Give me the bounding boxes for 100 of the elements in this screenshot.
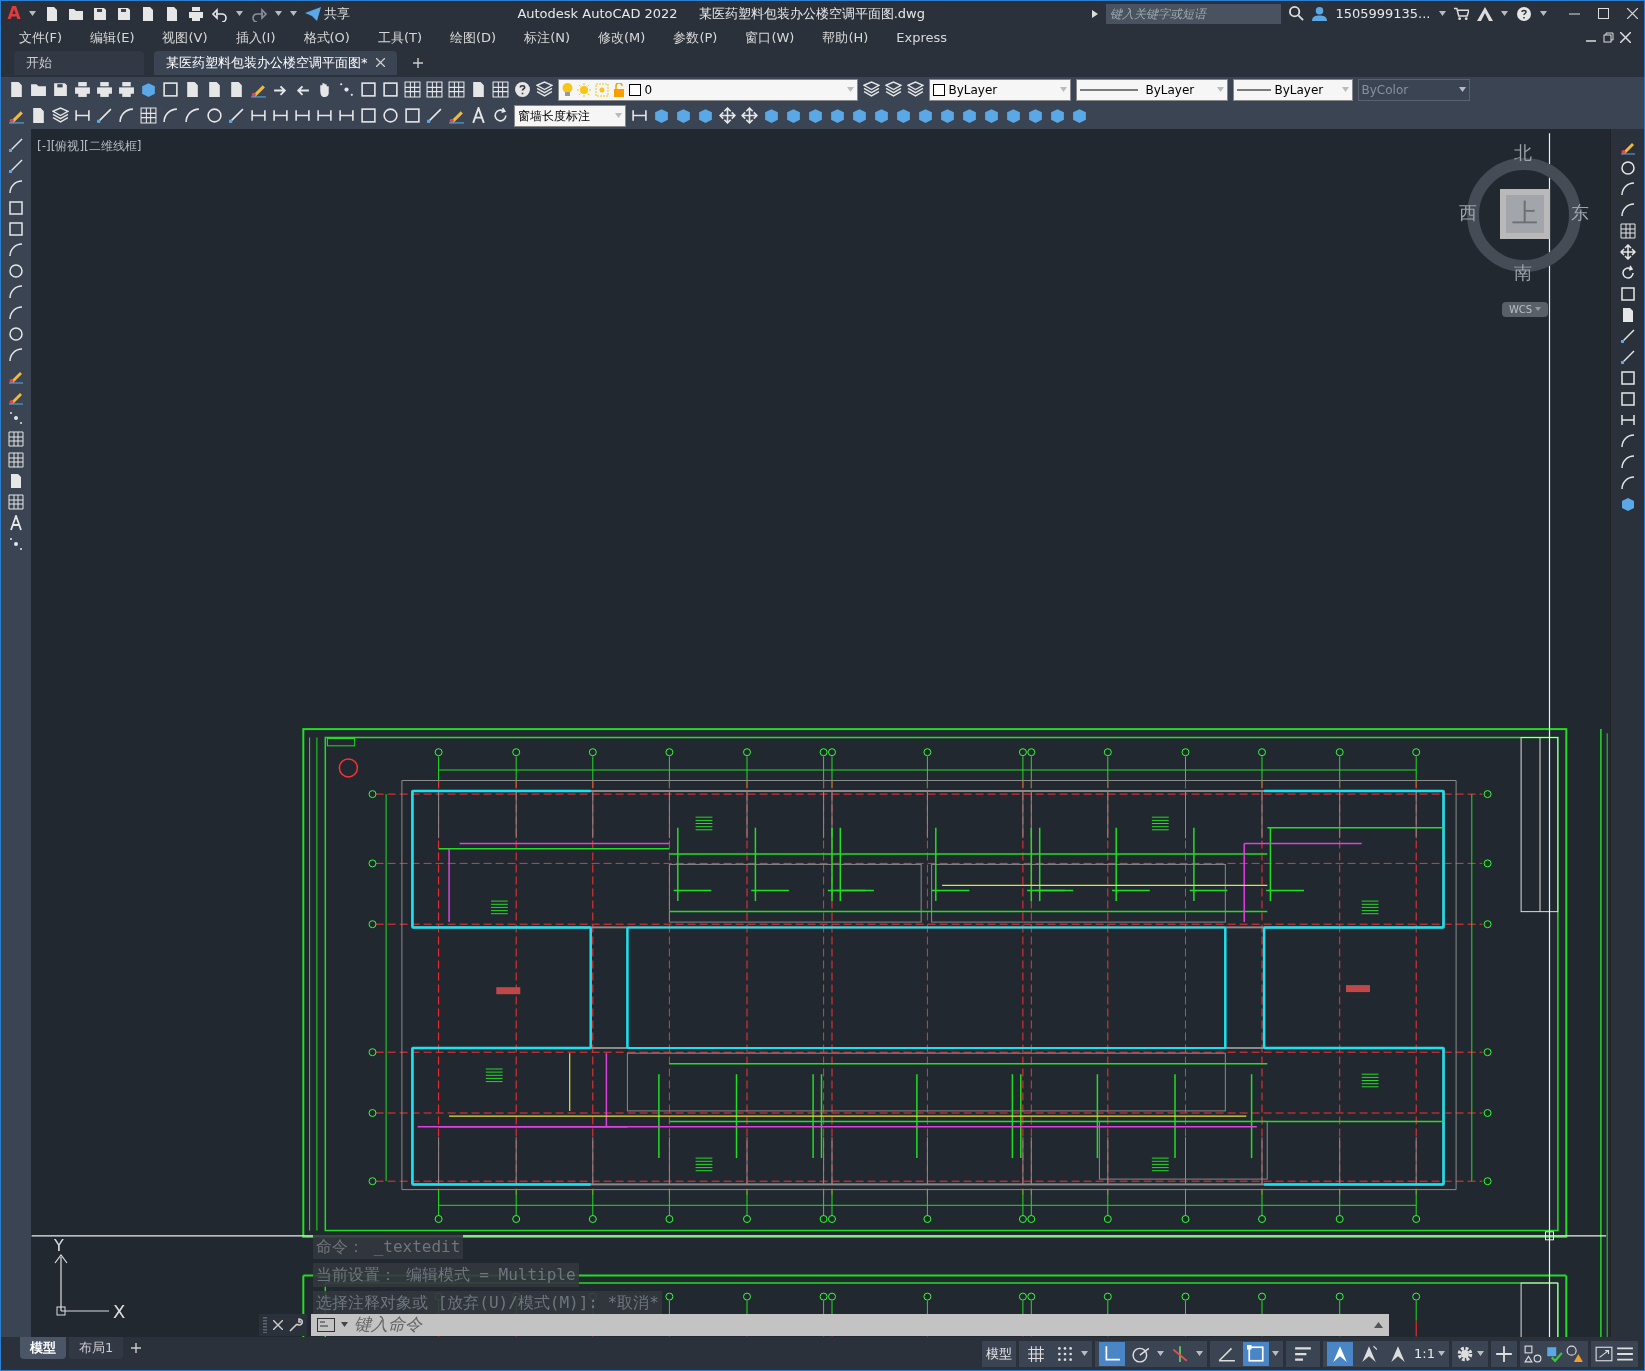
grid-icon[interactable]: [447, 81, 465, 99]
restore-icon[interactable]: [1602, 32, 1614, 44]
circle-icon[interactable]: [381, 107, 399, 125]
grid-icon[interactable]: [8, 493, 24, 510]
layers-icon[interactable]: [535, 81, 553, 99]
circle-icon[interactable]: [8, 262, 24, 279]
grid-icon[interactable]: [491, 81, 509, 99]
annotation-scale-button[interactable]: 1:1: [1414, 1343, 1435, 1364]
rotate-icon[interactable]: [1619, 264, 1636, 281]
menu-item[interactable]: 绘图(D): [439, 28, 508, 48]
layers-icon[interactable]: [906, 81, 924, 99]
grid-icon[interactable]: [425, 81, 443, 99]
grid-icon[interactable]: [8, 451, 24, 468]
gear-icon[interactable]: [1456, 1344, 1474, 1363]
menu-item[interactable]: Express: [885, 28, 959, 48]
arc-icon[interactable]: [8, 346, 24, 363]
help-icon[interactable]: [513, 81, 531, 99]
arc-icon[interactable]: [8, 304, 24, 321]
lineweight-dropdown[interactable]: ByLayer: [1232, 78, 1353, 101]
menu-item[interactable]: 标注(N): [513, 28, 582, 48]
arc-icon[interactable]: [8, 178, 24, 195]
layer-dropdown[interactable]: 0: [557, 78, 858, 101]
linetype-dropdown[interactable]: ByLayer: [1075, 78, 1228, 101]
shapes-icon[interactable]: [1524, 1344, 1542, 1363]
menu-item[interactable]: 帮助(H): [811, 28, 880, 48]
grid-icon[interactable]: [1619, 222, 1636, 239]
square-icon[interactable]: [8, 220, 24, 237]
menu-item[interactable]: 窗口(W): [734, 28, 806, 48]
plus-icon[interactable]: [1495, 1344, 1513, 1363]
point-icon[interactable]: [337, 81, 355, 99]
line-icon[interactable]: [1619, 348, 1636, 365]
object-snap-square-toggle[interactable]: [1243, 1341, 1270, 1366]
grid-icon[interactable]: [139, 107, 157, 125]
command-prompt-icon[interactable]: [317, 1317, 335, 1332]
arc-icon[interactable]: [8, 283, 24, 300]
layout-tab[interactable]: 布局1: [69, 1337, 124, 1360]
caret-icon[interactable]: [1081, 1351, 1089, 1357]
circle-icon[interactable]: [8, 325, 24, 342]
square-icon[interactable]: [8, 199, 24, 216]
close-icon[interactable]: [1620, 32, 1631, 44]
rotate-icon[interactable]: [491, 107, 509, 125]
menu-item[interactable]: 视图(V): [151, 28, 219, 48]
square-icon[interactable]: [1619, 390, 1636, 407]
menu-item[interactable]: 插入(I): [224, 28, 287, 48]
arc-icon[interactable]: [1619, 180, 1636, 197]
user-name[interactable]: 1505999135...: [1335, 4, 1431, 24]
plus-icon[interactable]: [412, 57, 423, 68]
compass-north-label[interactable]: 北: [1514, 138, 1532, 166]
lightbulb-icon[interactable]: [561, 82, 573, 97]
caret-icon[interactable]: [1272, 1351, 1280, 1357]
document-icon[interactable]: [8, 472, 24, 489]
arc-icon[interactable]: [183, 107, 201, 125]
compass-south-label[interactable]: 南: [1514, 258, 1532, 286]
layout-tab[interactable]: 模型: [20, 1337, 66, 1360]
color-dropdown[interactable]: ByLayer: [928, 78, 1071, 101]
caret-icon[interactable]: [341, 1322, 348, 1328]
cart-icon[interactable]: [1453, 7, 1469, 21]
move-icon[interactable]: [718, 107, 736, 125]
ortho-corner-toggle[interactable]: [1099, 1341, 1126, 1366]
arc-icon[interactable]: [8, 241, 24, 258]
menu-item[interactable]: 修改(M): [587, 28, 657, 48]
circle-icon[interactable]: [205, 107, 223, 125]
arc-icon[interactable]: [161, 107, 179, 125]
folder-icon[interactable]: [29, 81, 47, 99]
plus-icon[interactable]: [131, 1343, 142, 1354]
square-icon[interactable]: [1619, 285, 1636, 302]
folder-icon[interactable]: [67, 6, 84, 22]
line-icon[interactable]: [425, 107, 443, 125]
grip-icon[interactable]: [263, 1316, 267, 1333]
help-icon[interactable]: [1515, 6, 1532, 22]
arc-icon[interactable]: [1619, 453, 1636, 470]
compass-east-label[interactable]: 东: [1571, 198, 1589, 226]
viewport-controls-label[interactable]: [-][俯视][二维线框]: [37, 136, 142, 155]
arc-icon[interactable]: [1619, 474, 1636, 491]
line-icon[interactable]: [8, 136, 24, 153]
play-icon[interactable]: [1092, 10, 1099, 18]
text-icon[interactable]: [469, 107, 487, 125]
arc-icon[interactable]: [1619, 432, 1636, 449]
close-icon[interactable]: [273, 1319, 283, 1330]
layers-icon[interactable]: [862, 81, 880, 99]
undo-icon[interactable]: [211, 6, 228, 22]
line-icon[interactable]: [95, 107, 113, 125]
move-icon[interactable]: [740, 107, 758, 125]
search-field[interactable]: 键入关键字或短语: [1106, 4, 1282, 24]
menu-icon[interactable]: [1616, 1344, 1634, 1363]
caret-icon[interactable]: [1539, 11, 1547, 17]
arc-icon[interactable]: [1619, 201, 1636, 218]
arc-icon[interactable]: [117, 107, 135, 125]
caret-icon[interactable]: [235, 11, 243, 17]
wcs-menu-button[interactable]: WCS: [1502, 301, 1548, 317]
line-icon[interactable]: [227, 107, 245, 125]
wrench-icon[interactable]: [289, 1317, 303, 1332]
line-icon[interactable]: [8, 157, 24, 174]
share-button[interactable]: 共享: [304, 4, 350, 24]
menu-item[interactable]: 工具(T): [366, 28, 433, 48]
annotation-figure-toggle[interactable]: [1327, 1341, 1354, 1366]
file-tab[interactable]: 某医药塑料包装办公楼空调平面图*: [154, 50, 397, 75]
printer-icon[interactable]: [117, 81, 135, 99]
text-icon[interactable]: [8, 514, 24, 531]
caret-icon[interactable]: [28, 11, 36, 17]
